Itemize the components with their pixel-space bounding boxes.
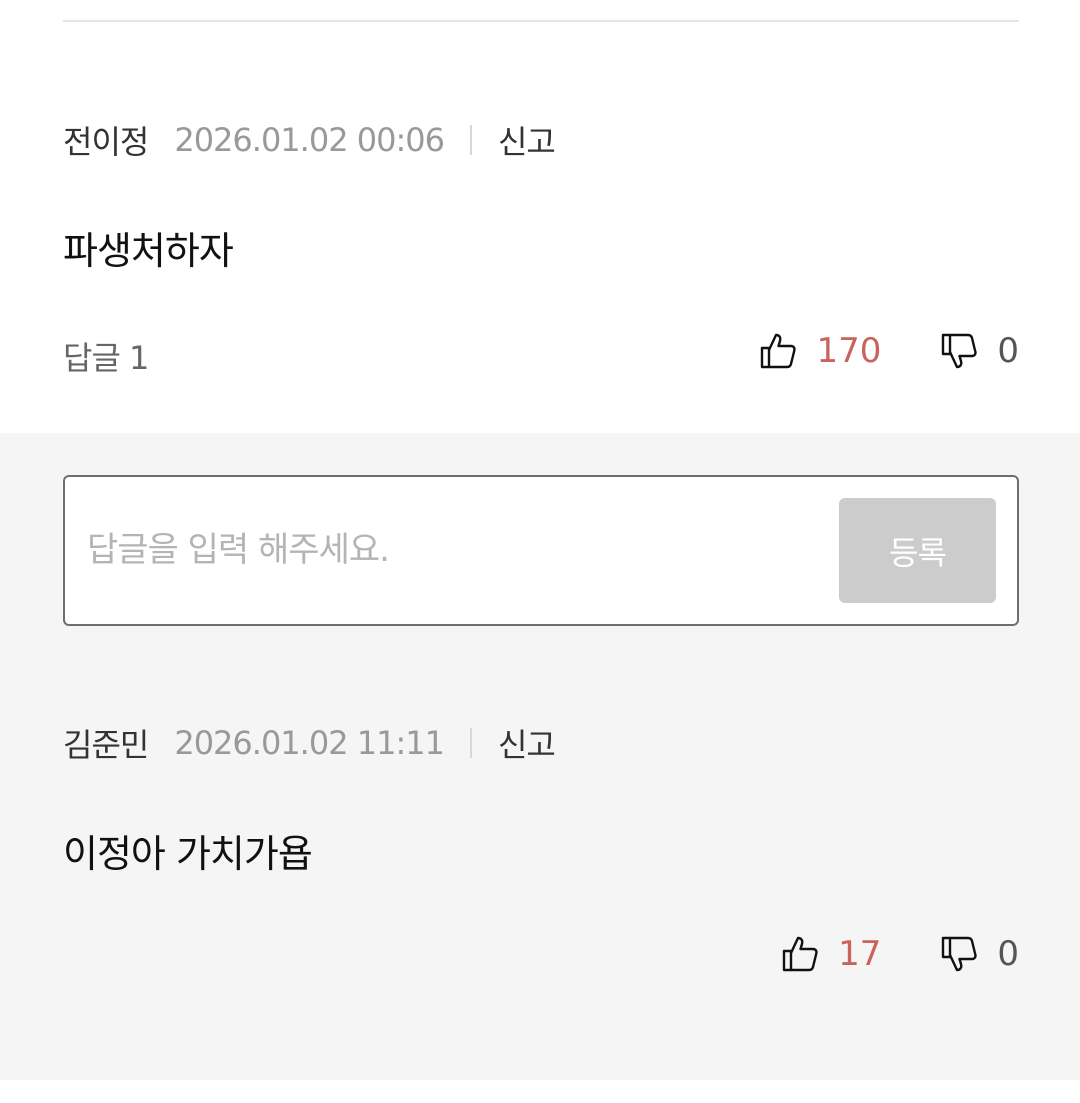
thumbs-down-icon <box>942 333 978 369</box>
comment-author: 김준민 <box>63 726 149 764</box>
comment-meta: 김준민 2026.01.02 11:11 신고 <box>63 720 1019 766</box>
comment-text: 파생처하자 <box>63 229 234 273</box>
reply-item: 김준민 2026.01.02 11:11 신고 <box>63 720 1019 766</box>
reply-area: 등록 김준민 2026.01.02 11:11 신고 이정아 가치가욥 17 <box>0 433 1080 1080</box>
like-button[interactable]: 170 <box>758 331 881 371</box>
comment-meta: 전이정 2026.01.02 00:06 신고 <box>63 117 1019 163</box>
report-link[interactable]: 신고 <box>498 720 556 766</box>
report-link[interactable]: 신고 <box>498 117 556 163</box>
reply-form: 등록 <box>63 475 1019 626</box>
dislike-count: 0 <box>997 934 1019 974</box>
meta-separator <box>469 728 472 758</box>
vote-group: 17 0 <box>780 932 1019 976</box>
dislike-count: 0 <box>997 331 1019 371</box>
dislike-button[interactable]: 0 <box>939 331 1019 371</box>
comment-text: 이정아 가치가욥 <box>63 832 313 876</box>
like-count: 170 <box>816 331 882 371</box>
divider <box>63 20 1019 22</box>
comment-timestamp: 2026.01.02 00:06 <box>174 121 445 159</box>
vote-group: 170 0 <box>758 329 1019 373</box>
thumbs-up-icon <box>782 936 818 972</box>
comment-timestamp: 2026.01.02 11:11 <box>174 724 445 762</box>
submit-button[interactable]: 등록 <box>839 498 996 603</box>
thumbs-up-icon <box>761 333 797 369</box>
meta-separator <box>469 125 472 155</box>
comment-author: 전이정 <box>63 123 149 161</box>
comment-section: 전이정 2026.01.02 00:06 신고 파생처하자 답글 1 170 0 <box>0 0 1080 1103</box>
reply-count-link[interactable]: 답글 1 <box>63 333 149 379</box>
thumbs-down-icon <box>942 936 978 972</box>
like-button[interactable]: 17 <box>780 934 881 974</box>
like-count: 17 <box>838 934 882 974</box>
dislike-button[interactable]: 0 <box>939 934 1019 974</box>
reply-input[interactable] <box>87 517 827 583</box>
comment-item: 전이정 2026.01.02 00:06 신고 <box>63 117 1019 163</box>
